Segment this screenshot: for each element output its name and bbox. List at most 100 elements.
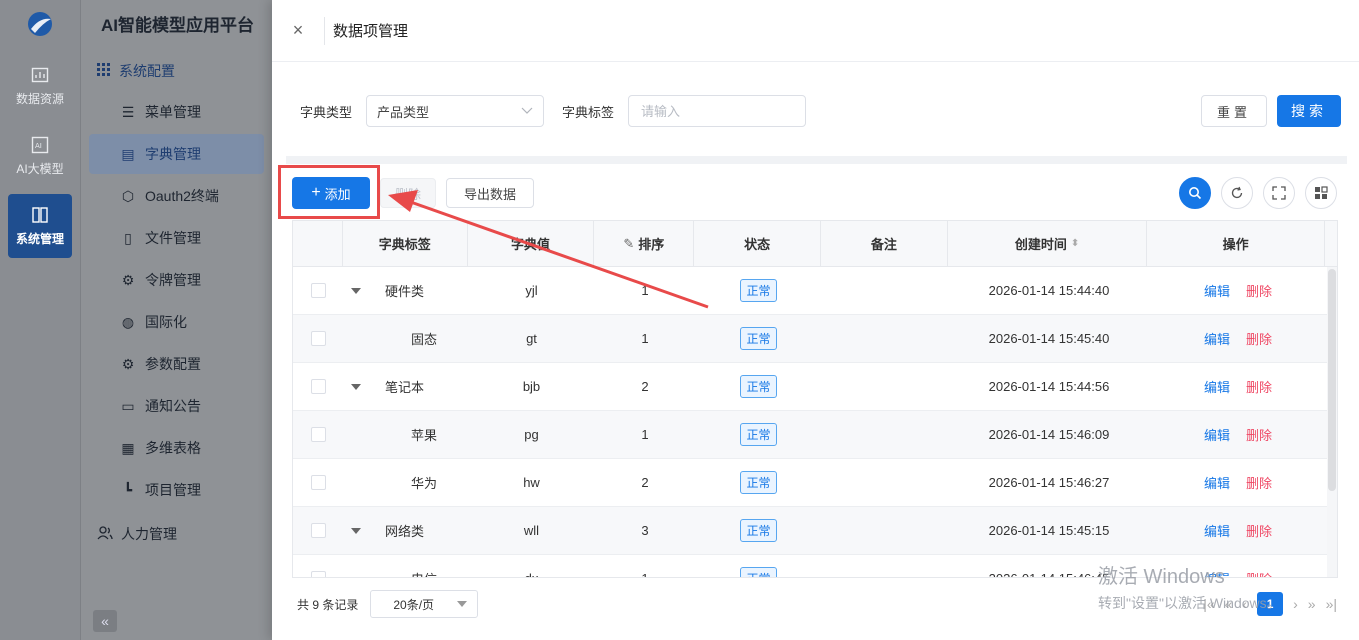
dict-type-label: 字典类型 — [300, 104, 353, 120]
edit-link[interactable]: 编辑 — [1204, 521, 1230, 540]
edit-link[interactable]: 编辑 — [1204, 377, 1230, 396]
delete-link[interactable]: 删除 — [1246, 281, 1272, 300]
row-checkbox[interactable] — [310, 331, 326, 346]
chart-icon — [31, 67, 49, 82]
edit-link[interactable]: 编辑 — [1204, 425, 1230, 444]
menu-item-file-mgmt[interactable]: ▯ 文件管理 — [89, 218, 264, 258]
edit-link[interactable]: 编辑 — [1204, 569, 1230, 577]
menu-item-token-mgmt[interactable]: ⚙ 令牌管理 — [89, 260, 264, 300]
rail-item-ai-model[interactable]: AI AI大模型 — [8, 124, 72, 188]
expand-caret-icon[interactable] — [351, 383, 361, 390]
delete-link[interactable]: 删除 — [1246, 425, 1272, 444]
cell-time: 2026-01-14 15:45:40 — [988, 331, 1110, 346]
search-icon — [1189, 187, 1202, 200]
search-toggle-button[interactable] — [1179, 177, 1211, 209]
sort-icon: ⬍ — [1070, 238, 1080, 249]
menu-item-oauth2[interactable]: ⬡ Oauth2终端 — [89, 176, 264, 216]
status-badge: 正常 — [740, 327, 777, 350]
icon-rail: 数据资源 AI AI大模型 系统管理 — [0, 0, 80, 640]
table-row: 笔记本 bjb 2 正常 2026-01-14 15:44:56 编辑 删除 — [293, 363, 1337, 411]
row-checkbox[interactable] — [310, 283, 326, 298]
delete-link[interactable]: 删除 — [1246, 569, 1272, 577]
cell-sort: 1 — [641, 283, 649, 298]
delete-link[interactable]: 删除 — [1246, 521, 1272, 540]
menu-group-system-config[interactable]: 系统配置 — [81, 52, 272, 90]
edit-link[interactable]: 编辑 — [1204, 281, 1230, 300]
columns-button[interactable] — [1305, 177, 1337, 209]
delete-link[interactable]: 删除 — [1246, 329, 1272, 348]
prev-page-icon[interactable]: « — [1225, 596, 1233, 612]
fullscreen-button[interactable] — [1263, 177, 1295, 209]
rail-item-data-resource[interactable]: 数据资源 — [8, 54, 72, 118]
dict-type-select[interactable]: 产品类型 — [366, 95, 545, 127]
prev-icon[interactable]: ‹ — [1242, 596, 1247, 612]
menu-item-menu-mgmt[interactable]: ☰ 菜单管理 — [89, 92, 264, 132]
menu-item-label: 项目管理 — [145, 482, 201, 498]
menu-item-label: 字典管理 — [145, 146, 201, 162]
th-select — [293, 221, 343, 266]
menu-item-project-mgmt[interactable]: ┗ 项目管理 — [89, 470, 264, 510]
current-page[interactable]: 1 — [1257, 592, 1284, 616]
menu-item-notice[interactable]: ▭ 通知公告 — [89, 386, 264, 426]
last-page-icon[interactable]: »| — [1326, 596, 1337, 612]
table-row: 网络类 wll 3 正常 2026-01-14 15:45:15 编辑 删除 — [293, 507, 1337, 555]
system-icon — [32, 206, 48, 223]
batch-delete-button[interactable]: 删除 — [380, 178, 436, 208]
globe-icon: ◍ — [121, 313, 135, 330]
row-checkbox[interactable] — [310, 379, 326, 394]
page-size-select[interactable]: 20条/页 — [370, 590, 479, 618]
export-button[interactable]: 导出数据 — [446, 178, 534, 208]
dict-tag-input[interactable] — [628, 95, 807, 127]
next-page-icon[interactable]: » — [1308, 596, 1316, 612]
row-checkbox[interactable] — [310, 427, 326, 442]
next-icon[interactable]: › — [1293, 596, 1298, 612]
refresh-button[interactable] — [1221, 177, 1253, 209]
edit-link[interactable]: 编辑 — [1204, 473, 1230, 492]
row-checkbox[interactable] — [310, 571, 326, 577]
project-icon: ┗ — [123, 481, 133, 498]
cell-value: pg — [524, 427, 539, 442]
cell-sort: 2 — [641, 475, 649, 490]
cell-value: hw — [523, 475, 540, 490]
th-label: 字典标签 — [343, 221, 468, 266]
menu-item-label: 文件管理 — [145, 230, 201, 246]
menu-item-label: 国际化 — [145, 314, 187, 330]
cell-remark — [822, 315, 949, 362]
th-created[interactable]: 创建时间 ⬍ — [948, 221, 1148, 266]
row-checkbox[interactable] — [310, 475, 326, 490]
chevron-down-icon — [521, 107, 533, 114]
rail-item-system-admin[interactable]: 系统管理 — [8, 194, 72, 258]
collapse-sidebar-button[interactable]: « — [93, 610, 117, 632]
cell-value: bjb — [522, 379, 541, 394]
table-scrollbar-thumb[interactable] — [1328, 269, 1336, 491]
expand-caret-icon[interactable] — [351, 527, 361, 534]
app-title: AI智能模型应用平台 — [101, 16, 254, 35]
delete-link[interactable]: 删除 — [1246, 377, 1272, 396]
status-badge: 正常 — [740, 519, 777, 542]
delete-link[interactable]: 删除 — [1246, 473, 1272, 492]
dict-tag-label: 字典标签 — [562, 104, 615, 120]
status-badge: 正常 — [740, 423, 777, 446]
menu-item-params[interactable]: ⚙ 参数配置 — [89, 344, 264, 384]
cell-sort: 3 — [641, 523, 649, 538]
search-form: 字典类型 产品类型 字典标签 重置 搜索 — [300, 95, 1341, 127]
close-icon[interactable]: × — [272, 20, 324, 41]
cell-remark — [822, 507, 949, 554]
menu-item-dict-mgmt[interactable]: ▤ 字典管理 — [89, 134, 264, 174]
users-icon — [97, 525, 113, 543]
svg-text:AI: AI — [35, 142, 42, 150]
row-checkbox[interactable] — [310, 523, 326, 538]
cell-time: 2026-01-14 15:46:45 — [949, 555, 1149, 577]
menu-item-i18n[interactable]: ◍ 国际化 — [89, 302, 264, 342]
menu-item-multi-table[interactable]: ▦ 多维表格 — [89, 428, 264, 468]
side-menu: AI智能模型应用平台 系统配置 ☰ 菜单管理 ▤ 字典管理 ⬡ Oauth2终端 ▯ 文… — [80, 0, 272, 640]
reset-button[interactable]: 重置 — [1201, 95, 1267, 127]
edit-link[interactable]: 编辑 — [1204, 329, 1230, 348]
rail-item-label: 数据资源 — [15, 91, 64, 106]
fullscreen-icon — [1272, 186, 1286, 200]
search-button[interactable]: 搜索 — [1277, 95, 1341, 127]
first-page-icon[interactable]: |« — [1203, 596, 1214, 612]
edit-icon: ✎ — [623, 235, 635, 251]
menu-group-hr[interactable]: 人力管理 — [81, 514, 272, 554]
expand-caret-icon[interactable] — [351, 287, 361, 294]
